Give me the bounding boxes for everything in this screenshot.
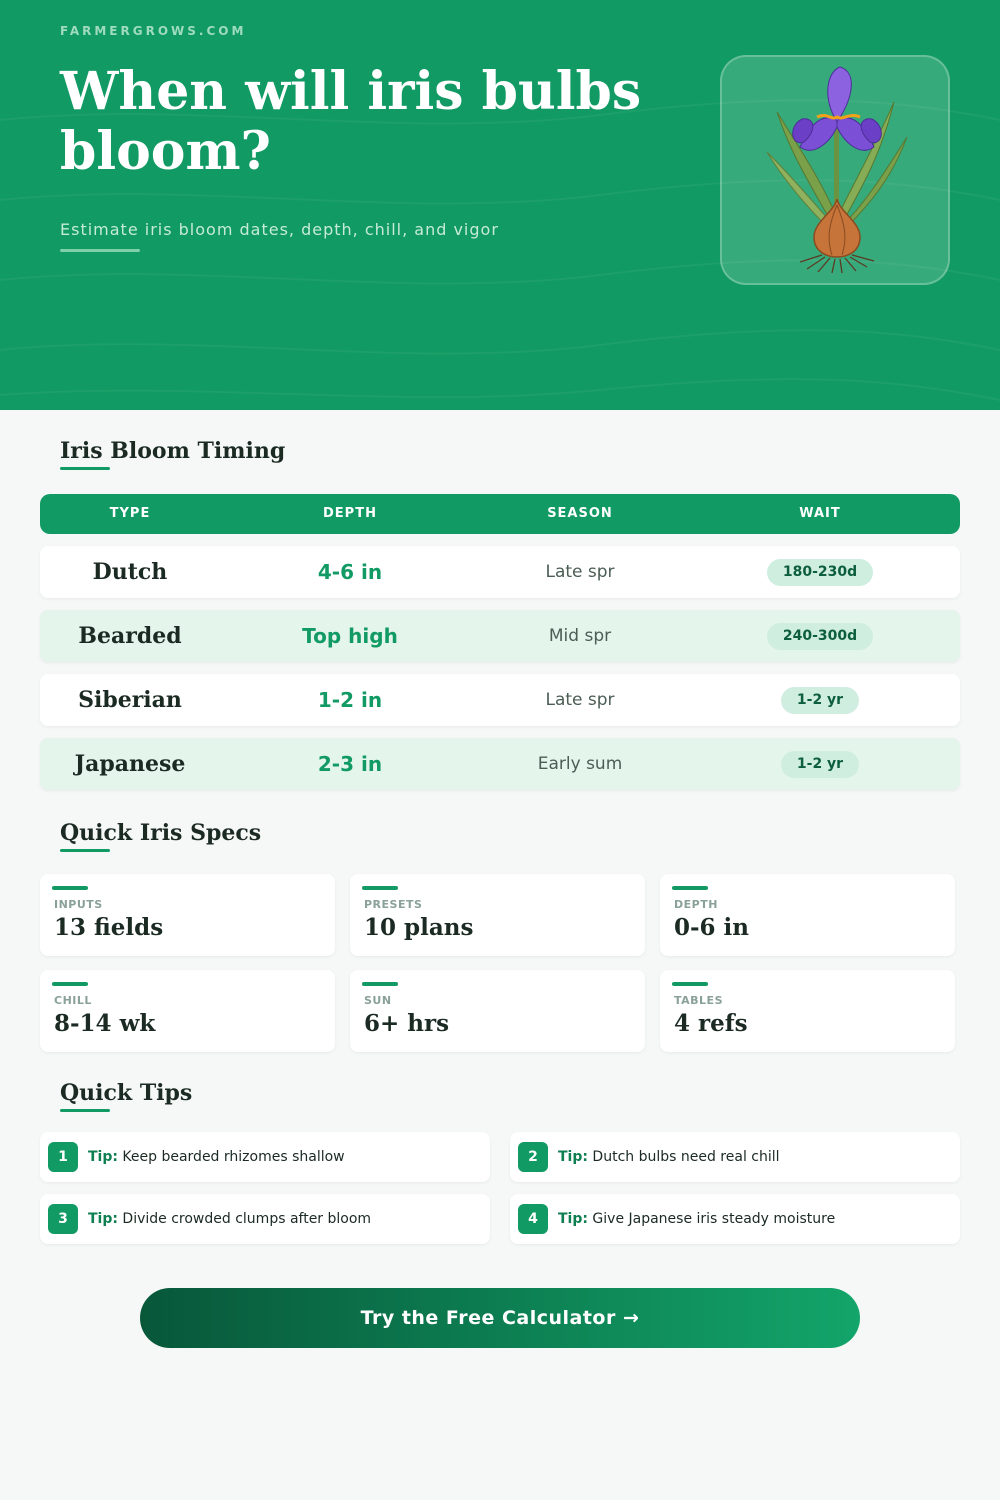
- subtitle-underline: [60, 249, 140, 252]
- page-subtitle: Estimate iris bloom dates, depth, chill,…: [60, 220, 499, 239]
- spec-label: TABLES: [674, 994, 723, 1007]
- spec-accent-bar: [672, 982, 708, 986]
- tip-text: Tip: Keep bearded rhizomes shallow: [88, 1132, 345, 1182]
- spec-label: SUN: [364, 994, 392, 1007]
- cell-season: Mid spr: [548, 626, 612, 646]
- tip-prefix: Tip:: [88, 1149, 118, 1165]
- tip-number-badge: 2: [518, 1142, 548, 1172]
- try-calculator-button[interactable]: Try the Free Calculator →: [140, 1288, 860, 1348]
- tip-text: Tip: Give Japanese iris steady moisture: [558, 1194, 835, 1244]
- section-underline: [60, 467, 110, 470]
- tips-section-title: Quick Tips: [60, 1080, 193, 1106]
- section-underline: [60, 849, 110, 852]
- cell-season: Late spr: [545, 562, 615, 582]
- cell-depth: Top high: [302, 624, 398, 648]
- tip-body: Give Japanese iris steady moisture: [592, 1211, 836, 1227]
- table-row: Bearded Top high Mid spr 240-300d: [40, 610, 960, 662]
- spec-value: 13 fields: [54, 914, 164, 941]
- wait-badge: 180-230d: [766, 559, 874, 586]
- tip-body: Dutch bulbs need real chill: [592, 1149, 780, 1165]
- cell-type: Bearded: [78, 623, 182, 649]
- spec-label: INPUTS: [54, 898, 103, 911]
- spec-accent-bar: [52, 982, 88, 986]
- cell-depth: 2-3 in: [317, 752, 383, 776]
- column-header-wait: WAIT: [799, 506, 841, 521]
- tip-prefix: Tip:: [558, 1149, 588, 1165]
- spec-label: PRESETS: [364, 898, 423, 911]
- tip-text: Tip: Divide crowded clumps after bloom: [88, 1194, 371, 1244]
- cell-season: Late spr: [545, 690, 615, 710]
- page-title: When will iris bulbs bloom?: [60, 61, 642, 182]
- spec-value: 4 refs: [674, 1010, 748, 1037]
- tip-card: 3 Tip: Divide crowded clumps after bloom: [40, 1194, 490, 1244]
- iris-flower-icon: [766, 66, 908, 274]
- cell-type: Dutch: [92, 559, 168, 585]
- timing-section-title: Iris Bloom Timing: [60, 438, 286, 464]
- spec-value: 0-6 in: [674, 914, 750, 941]
- spec-card-inputs: INPUTS 13 fields: [40, 874, 335, 956]
- tip-prefix: Tip:: [88, 1211, 118, 1227]
- tip-prefix: Tip:: [558, 1211, 588, 1227]
- cell-depth: 4-6 in: [317, 560, 383, 584]
- wait-badge: 1-2 yr: [780, 751, 860, 778]
- column-header-depth: DEPTH: [323, 506, 377, 521]
- spec-accent-bar: [362, 886, 398, 890]
- spec-card-depth: DEPTH 0-6 in: [660, 874, 955, 956]
- cell-type: Japanese: [74, 751, 186, 777]
- column-header-type: TYPE: [109, 506, 151, 521]
- cell-wait: 240-300d: [700, 610, 940, 662]
- spec-value: 6+ hrs: [364, 1010, 450, 1037]
- tip-number-badge: 4: [518, 1204, 548, 1234]
- tip-card: 1 Tip: Keep bearded rhizomes shallow: [40, 1132, 490, 1182]
- spec-card-chill: CHILL 8-14 wk: [40, 970, 335, 1052]
- tip-text: Tip: Dutch bulbs need real chill: [558, 1132, 780, 1182]
- cell-depth: 1-2 in: [317, 688, 383, 712]
- wait-badge: 240-300d: [766, 623, 874, 650]
- table-row: Japanese 2-3 in Early sum 1-2 yr: [40, 738, 960, 790]
- cell-wait: 180-230d: [700, 546, 940, 598]
- spec-accent-bar: [672, 886, 708, 890]
- spec-card-tables: TABLES 4 refs: [660, 970, 955, 1052]
- section-underline: [60, 1109, 110, 1112]
- column-header-season: SEASON: [547, 506, 613, 521]
- table-row: Siberian 1-2 in Late spr 1-2 yr: [40, 674, 960, 726]
- spec-label: CHILL: [54, 994, 92, 1007]
- spec-label: DEPTH: [674, 898, 718, 911]
- hero-banner: FARMERGROWS.COM When will iris bulbs blo…: [0, 0, 1000, 410]
- spec-value: 8-14 wk: [54, 1010, 156, 1037]
- tip-card: 4 Tip: Give Japanese iris steady moistur…: [510, 1194, 960, 1244]
- tip-number-badge: 3: [48, 1204, 78, 1234]
- tip-body: Keep bearded rhizomes shallow: [122, 1149, 345, 1165]
- iris-bulb-illustration: [720, 55, 950, 285]
- spec-card-presets: PRESETS 10 plans: [350, 874, 645, 956]
- spec-card-sun: SUN 6+ hrs: [350, 970, 645, 1052]
- tip-body: Divide crowded clumps after bloom: [122, 1211, 372, 1227]
- spec-accent-bar: [362, 982, 398, 986]
- specs-section-title: Quick Iris Specs: [60, 820, 262, 846]
- spec-value: 10 plans: [364, 914, 474, 941]
- tip-number-badge: 1: [48, 1142, 78, 1172]
- cell-type: Siberian: [78, 687, 182, 713]
- timing-table-header: TYPE DEPTH SEASON WAIT: [40, 494, 960, 534]
- cell-season: Early sum: [537, 754, 623, 774]
- cell-wait: 1-2 yr: [700, 738, 940, 790]
- site-name[interactable]: FARMERGROWS.COM: [60, 24, 246, 38]
- table-row: Dutch 4-6 in Late spr 180-230d: [40, 546, 960, 598]
- cell-wait: 1-2 yr: [700, 674, 940, 726]
- wait-badge: 1-2 yr: [780, 687, 860, 714]
- tip-card: 2 Tip: Dutch bulbs need real chill: [510, 1132, 960, 1182]
- spec-accent-bar: [52, 886, 88, 890]
